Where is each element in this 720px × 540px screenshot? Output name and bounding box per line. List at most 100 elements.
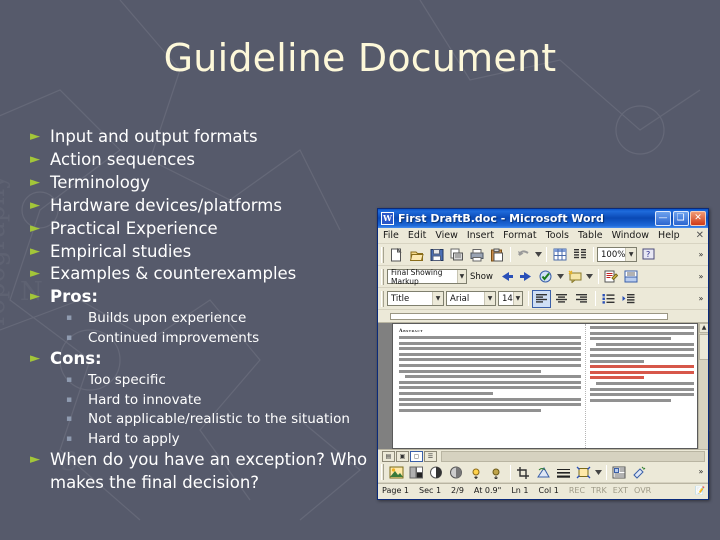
outline-view-icon[interactable]: ☰ (424, 450, 437, 462)
chevron-down-icon[interactable]: ▼ (484, 292, 495, 305)
bullets-icon[interactable] (599, 290, 618, 308)
rotate-left-icon[interactable] (534, 463, 553, 481)
compress-picture-icon[interactable] (574, 463, 593, 481)
spelling-status-icon[interactable]: 📝 (695, 486, 705, 495)
window-titlebar[interactable]: W First DraftB.doc - Microsoft Word — ❑ … (378, 209, 708, 228)
document-canvas[interactable]: ▲ Abstract (378, 310, 708, 449)
color-icon[interactable] (407, 463, 426, 481)
undo-icon[interactable] (514, 246, 533, 264)
align-left-icon[interactable] (532, 289, 551, 308)
reviewing-overflow-button[interactable]: » (696, 272, 708, 281)
undo-dropdown-icon[interactable] (534, 246, 542, 264)
font-combo[interactable]: Arial ▼ (446, 291, 496, 306)
menu-item-help[interactable]: Help (658, 230, 680, 241)
toolbar-overflow-button[interactable]: » (696, 250, 708, 259)
vertical-scrollbar[interactable]: ▲ (698, 323, 708, 449)
new-document-icon[interactable] (387, 246, 406, 264)
style-combo[interactable]: Title ▼ (387, 291, 444, 306)
formatting-overflow-button[interactable]: » (696, 294, 708, 303)
scroll-up-button[interactable]: ▲ (699, 323, 708, 333)
display-for-review-combo[interactable]: Final Showing Markup ▼ (387, 268, 467, 286)
align-center-icon[interactable] (552, 290, 571, 308)
text-wrapping-dropdown-icon[interactable] (594, 463, 602, 481)
more-contrast-icon[interactable] (427, 463, 446, 481)
menu-item-window[interactable]: Window (612, 230, 649, 241)
markup-margin[interactable] (584, 324, 697, 448)
maximize-button[interactable]: ❑ (672, 211, 689, 226)
reviewing-toolbar-grip[interactable] (381, 268, 384, 285)
close-document-icon[interactable]: ✕ (696, 230, 704, 241)
less-brightness-icon[interactable] (487, 463, 506, 481)
status-indicator-rec[interactable]: REC (569, 486, 585, 495)
insert-picture-icon[interactable] (387, 463, 406, 481)
text-line (399, 369, 541, 373)
accept-dropdown-icon[interactable] (557, 268, 565, 286)
print-layout-view-icon[interactable]: ▢ (410, 450, 423, 462)
more-brightness-icon[interactable] (467, 463, 486, 481)
menu-item-insert[interactable]: Insert (467, 230, 494, 241)
zoom-combo[interactable]: 100% ▼ (597, 247, 637, 262)
close-button[interactable]: ✕ (690, 211, 706, 226)
minimize-button[interactable]: — (655, 211, 671, 226)
horizontal-ruler[interactable] (378, 310, 708, 323)
menu-bar[interactable]: File Edit View Insert Format Tools Table Window… (378, 228, 708, 244)
word-application-window[interactable]: W First DraftB.doc - Microsoft Word — ❑ … (377, 208, 709, 500)
insert-table-icon[interactable] (550, 246, 569, 264)
accept-change-icon[interactable] (537, 268, 556, 286)
print-preview-icon[interactable] (447, 246, 466, 264)
paste-clipboard-icon[interactable] (487, 246, 506, 264)
next-change-icon[interactable] (517, 268, 536, 286)
line-style-icon[interactable] (554, 463, 573, 481)
reviewing-pane-icon[interactable] (622, 268, 641, 286)
chevron-down-icon[interactable]: ▼ (512, 292, 522, 305)
menu-item-view[interactable]: View (435, 230, 458, 241)
picture-toolbar[interactable]: » (378, 462, 708, 483)
less-contrast-icon[interactable] (447, 463, 466, 481)
web-layout-view-icon[interactable]: ▣ (396, 450, 409, 462)
menu-item-format[interactable]: Format (503, 230, 536, 241)
document-body[interactable]: Abstract (393, 324, 585, 448)
formatting-toolbar-grip[interactable] (381, 290, 384, 307)
format-picture-icon[interactable] (610, 463, 629, 481)
scroll-thumb[interactable] (699, 334, 708, 360)
print-icon[interactable] (467, 246, 486, 264)
increase-indent-icon[interactable] (619, 290, 638, 308)
normal-view-icon[interactable]: ▤ (382, 450, 395, 462)
horizontal-scrollbar[interactable] (441, 450, 705, 462)
menu-item-file[interactable]: File (383, 230, 399, 241)
reviewing-toolbar[interactable]: Final Showing Markup ▼ Show » (378, 266, 708, 288)
menu-item-table[interactable]: Table (578, 230, 603, 241)
standard-toolbar[interactable]: 100% ▼ ? » (378, 244, 708, 266)
set-transparent-color-icon[interactable] (630, 463, 649, 481)
status-indicator-ext[interactable]: EXT (613, 486, 628, 495)
help-icon[interactable]: ? (639, 246, 658, 264)
open-folder-icon[interactable] (407, 246, 426, 264)
font-size-combo[interactable]: 14 ▼ (498, 291, 523, 306)
status-indicator-ovr[interactable]: OVR (634, 486, 651, 495)
chevron-down-icon[interactable]: ▼ (456, 270, 466, 283)
columns-icon[interactable] (570, 246, 589, 264)
chevron-down-icon[interactable]: ▼ (432, 292, 443, 305)
align-right-icon[interactable] (572, 290, 591, 308)
new-comment-icon[interactable] (566, 268, 585, 286)
chevron-down-icon[interactable]: ▼ (625, 248, 636, 261)
previous-change-icon[interactable] (497, 268, 516, 286)
status-indicator-trk[interactable]: TRK (591, 486, 607, 495)
crop-icon[interactable] (514, 463, 533, 481)
save-disk-icon[interactable] (427, 246, 446, 264)
show-menu-button[interactable]: Show (470, 272, 493, 282)
picture-overflow-button[interactable]: » (696, 468, 708, 476)
text-line (399, 358, 581, 362)
picture-toolbar-grip[interactable] (381, 464, 384, 480)
status-line: Ln 1 (511, 486, 529, 495)
menu-item-tools[interactable]: Tools (546, 230, 569, 241)
comment-dropdown-icon[interactable] (586, 268, 594, 286)
track-changes-icon[interactable] (602, 268, 621, 286)
menu-item-edit[interactable]: Edit (408, 230, 426, 241)
markup-line (589, 359, 644, 363)
document-page[interactable]: Abstract (392, 323, 698, 449)
toolbar-grip[interactable] (381, 246, 384, 263)
status-bar: Page 1 Sec 1 2/9 At 0.9" Ln 1 Col 1 REC … (378, 483, 708, 497)
view-buttons-row[interactable]: ▤ ▣ ▢ ☰ (378, 449, 708, 462)
formatting-toolbar[interactable]: Title ▼ Arial ▼ 14 ▼ » (378, 288, 708, 310)
